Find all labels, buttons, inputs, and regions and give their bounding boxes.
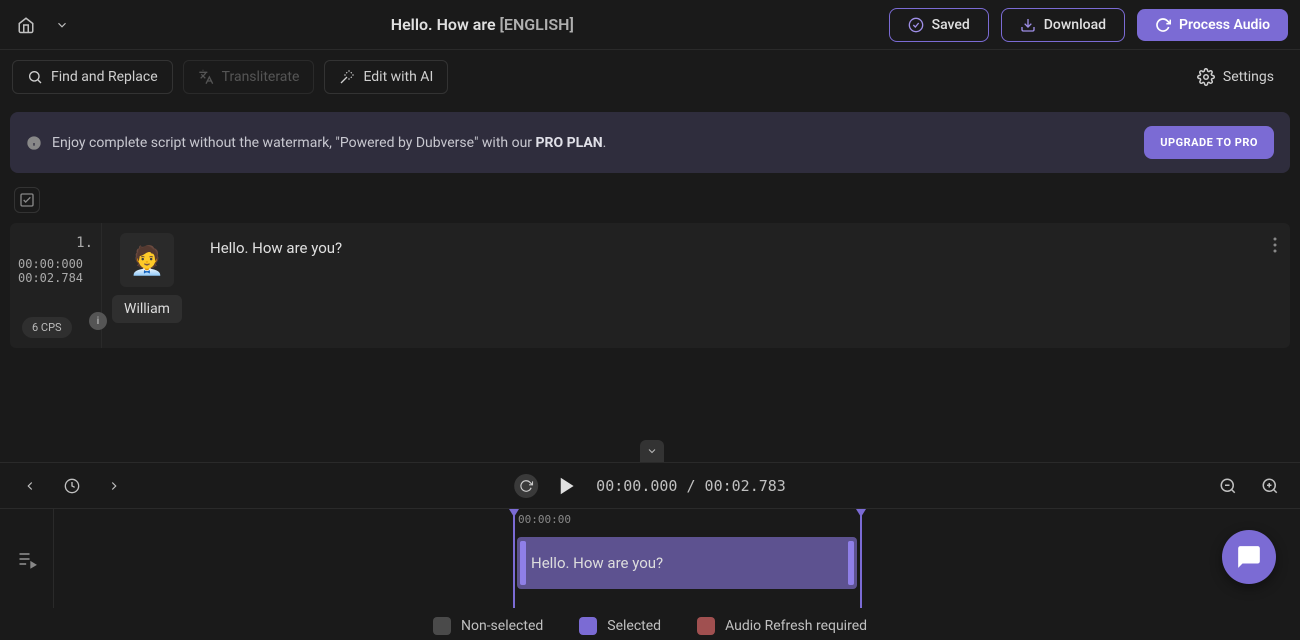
prev-button[interactable] — [16, 472, 44, 500]
clip-text: Hello. How are you? — [531, 554, 663, 572]
checkbox-icon — [19, 192, 35, 208]
loop-icon — [519, 479, 533, 493]
segment-end-time: 00:02.784 — [18, 271, 93, 285]
timeline-end-marker[interactable] — [860, 509, 862, 608]
pro-banner: Enjoy complete script without the waterm… — [10, 112, 1290, 173]
dots-vertical-icon — [1273, 237, 1277, 253]
process-label: Process Audio — [1179, 17, 1270, 33]
transliterate-label: Transliterate — [222, 69, 300, 85]
chat-button[interactable] — [1222, 530, 1276, 584]
info-icon[interactable]: i — [89, 312, 107, 330]
legend-nonselected: Non-selected — [433, 617, 543, 635]
timeline-tracks-button[interactable] — [0, 509, 54, 608]
speaker-avatar[interactable]: 🧑‍💼 — [120, 233, 174, 287]
settings-label: Settings — [1223, 69, 1274, 85]
find-replace-label: Find and Replace — [51, 69, 158, 85]
swatch-refresh — [697, 617, 715, 635]
chevron-down-icon[interactable] — [48, 11, 76, 39]
clock-button[interactable] — [58, 472, 86, 500]
legend-refresh: Audio Refresh required — [697, 617, 867, 635]
download-label: Download — [1044, 17, 1106, 33]
home-icon[interactable] — [12, 11, 40, 39]
timeline-timestamp: 00:00:00 — [518, 513, 571, 526]
segment-start-time: 00:00:000 — [18, 257, 93, 271]
saved-label: Saved — [932, 17, 970, 33]
swatch-selected — [579, 617, 597, 635]
find-replace-button[interactable]: Find and Replace — [12, 60, 173, 94]
next-button[interactable] — [100, 472, 128, 500]
segment-index: 1. — [18, 235, 93, 251]
collapse-timeline-button[interactable] — [640, 440, 664, 462]
refresh-icon — [1155, 17, 1171, 33]
loop-button[interactable] — [514, 474, 538, 498]
page-title: Hello. How are [ENGLISH] — [76, 15, 889, 34]
time-display: 00:00.000 / 00:02.783 — [596, 477, 786, 495]
zoom-out-button[interactable] — [1214, 472, 1242, 500]
settings-button[interactable]: Settings — [1183, 60, 1288, 94]
segment-meta: 1. 00:00:000 00:02.784 6 CPS i — [10, 223, 102, 348]
info-icon — [26, 135, 42, 151]
clip-handle-left[interactable] — [520, 541, 526, 585]
topbar: Hello. How are [ENGLISH] Saved Download … — [0, 0, 1300, 50]
play-button[interactable] — [556, 475, 578, 497]
upgrade-pro-button[interactable]: UPGRADE TO PRO — [1144, 126, 1274, 159]
timeline-clip[interactable]: Hello. How are you? — [517, 537, 857, 589]
select-all-checkbox[interactable] — [14, 187, 40, 213]
clock-icon — [64, 478, 80, 494]
segment-row[interactable]: 1. 00:00:000 00:02.784 6 CPS i 🧑‍💼 Willi… — [10, 223, 1290, 348]
translate-icon — [198, 69, 214, 85]
transliterate-button[interactable]: Transliterate — [183, 60, 315, 94]
banner-text: Enjoy complete script without the waterm… — [52, 135, 606, 151]
gear-icon — [1197, 68, 1215, 86]
swatch-nonselected — [433, 617, 451, 635]
title-lang: [ENGLISH] — [500, 15, 574, 34]
playbar: 00:00.000 / 00:02.783 — [0, 462, 1300, 508]
edit-ai-button[interactable]: Edit with AI — [324, 60, 448, 94]
clip-handle-right[interactable] — [848, 541, 854, 585]
edit-ai-label: Edit with AI — [363, 69, 433, 85]
search-icon — [27, 69, 43, 85]
zoom-in-button[interactable] — [1256, 472, 1284, 500]
play-icon — [556, 475, 578, 497]
zoom-in-icon — [1261, 477, 1279, 495]
wand-icon — [339, 69, 355, 85]
chevron-down-icon — [646, 445, 658, 457]
download-button[interactable]: Download — [1001, 8, 1125, 42]
title-main: Hello. How are — [391, 15, 500, 34]
download-icon — [1020, 17, 1036, 33]
legend-selected: Selected — [579, 617, 661, 635]
segment-speaker: 🧑‍💼 William — [102, 223, 192, 348]
process-audio-button[interactable]: Process Audio — [1137, 9, 1288, 41]
segment-menu-button[interactable] — [1260, 223, 1290, 348]
cps-badge: 6 CPS — [22, 317, 72, 338]
playlist-icon — [17, 549, 37, 569]
chevron-right-icon — [107, 479, 121, 493]
legend: Non-selected Selected Audio Refresh requ… — [0, 612, 1300, 640]
timeline[interactable]: 00:00:00 Hello. How are you? — [0, 508, 1300, 608]
check-circle-icon — [908, 17, 924, 33]
chat-icon — [1236, 544, 1262, 570]
timeline-start-marker[interactable] — [513, 509, 515, 608]
chevron-left-icon — [23, 479, 37, 493]
toolbar: Find and Replace Transliterate Edit with… — [0, 50, 1300, 104]
speaker-name-button[interactable]: William — [112, 295, 182, 323]
saved-button[interactable]: Saved — [889, 8, 989, 42]
segment-text[interactable]: Hello. How are you? — [192, 223, 1260, 348]
zoom-out-icon — [1219, 477, 1237, 495]
